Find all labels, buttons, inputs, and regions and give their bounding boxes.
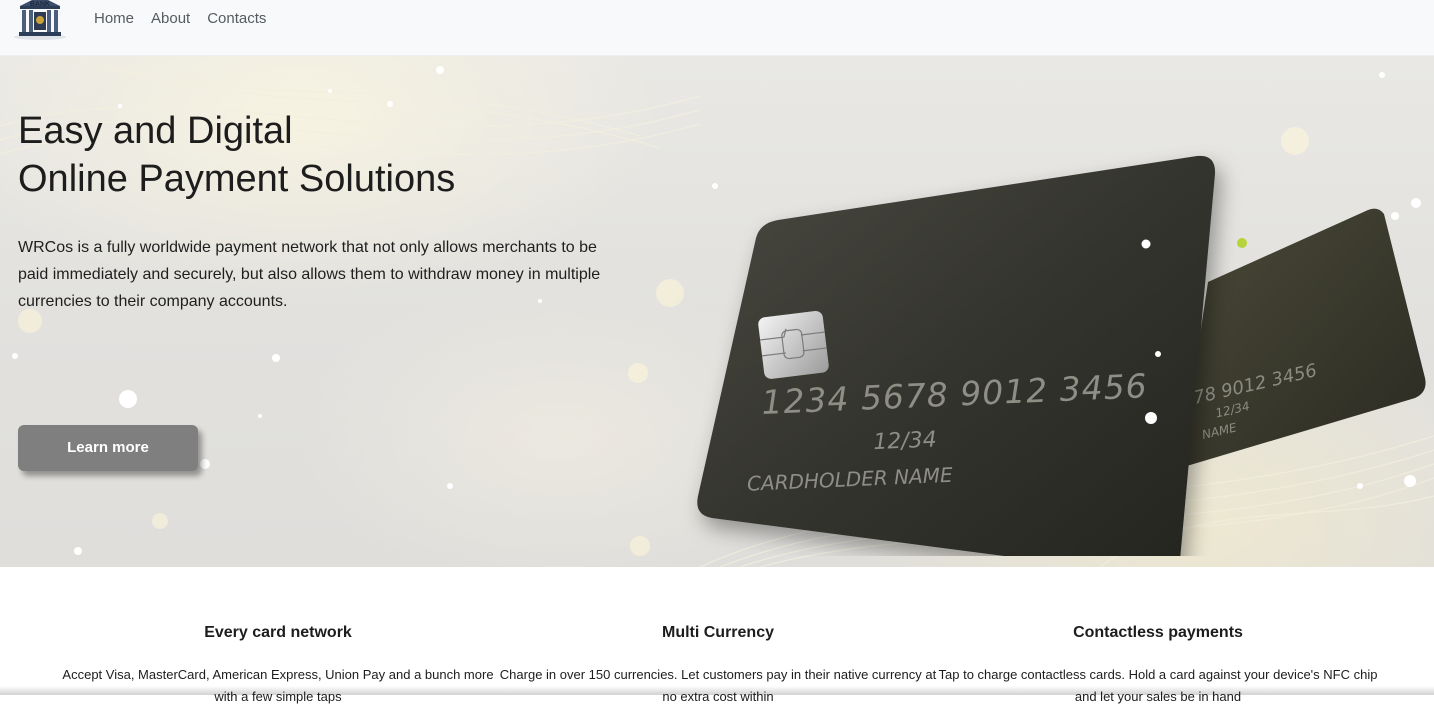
logo-text: BANK <box>30 1 50 8</box>
hero-title-line2: Online Payment Solutions <box>18 158 456 200</box>
nav-contacts-link[interactable]: Contacts <box>207 10 266 28</box>
hero-title: Easy and Digital Online Payment Solution… <box>18 107 638 203</box>
bottom-shadow <box>0 686 1434 695</box>
feature-multi-currency: Multi Currency Charge in over 150 curren… <box>498 624 938 708</box>
card-expiry: 12/34 <box>873 427 937 455</box>
front-card: 1234 5678 9012 3456 12/34 CARDHOLDER NAM… <box>697 155 1216 556</box>
feature-title: Contactless payments <box>1073 624 1243 641</box>
nav-links: Home About Contacts <box>94 10 283 28</box>
navbar: BANK Home About Contacts <box>0 0 1434 56</box>
feature-title: Multi Currency <box>661 624 774 641</box>
nav-about-link[interactable]: About <box>151 10 190 28</box>
back-card: 78 9012 3456 12/34 NAME <box>1180 208 1426 468</box>
feature-every-card-network: Every card network Accept Visa, MasterCa… <box>58 624 498 708</box>
features-section: Every card network Accept Visa, MasterCa… <box>0 567 1434 704</box>
card-chip-icon <box>758 311 829 379</box>
hero-title-line1: Easy and Digital <box>18 110 293 152</box>
feature-title: Every card network <box>204 624 352 641</box>
hero-section: Easy and Digital Online Payment Solution… <box>0 56 1434 567</box>
hero-description: WRCos is a fully worldwide payment netwo… <box>18 239 601 310</box>
bank-logo-icon[interactable]: BANK <box>12 0 68 40</box>
learn-more-button[interactable]: Learn more <box>18 425 198 471</box>
nav-home-link[interactable]: Home <box>94 10 134 28</box>
feature-contactless-payments: Contactless payments Tap to charge conta… <box>938 624 1378 708</box>
credit-cards-image: 78 9012 3456 12/34 NAME 1234 5678 9012 3… <box>697 155 1426 556</box>
